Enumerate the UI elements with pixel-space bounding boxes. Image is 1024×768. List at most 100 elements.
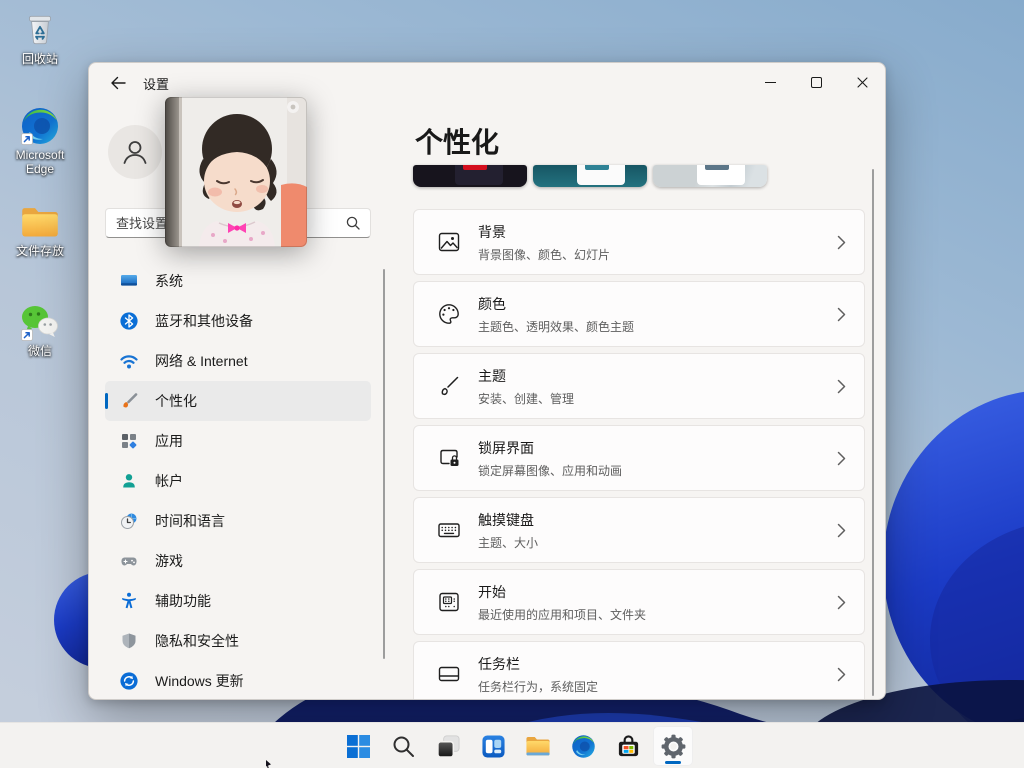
sidebar-item-label: 应用 bbox=[155, 431, 183, 451]
desktop-icon-wechat[interactable]: 微信 bbox=[4, 302, 76, 358]
baby-photo-sticker[interactable] bbox=[165, 97, 307, 247]
desktop-icon-folder[interactable]: 文件存放 bbox=[4, 202, 76, 258]
desktop-icon-label: 微信 bbox=[28, 344, 52, 358]
card-title: 开始 bbox=[478, 582, 837, 602]
card-background[interactable]: 背景 背景图像、颜色、幻灯片 bbox=[413, 209, 865, 275]
close-button[interactable] bbox=[839, 63, 885, 101]
widgets-icon bbox=[481, 734, 506, 759]
card-touch-keyboard[interactable]: 触摸键盘 主题、大小 bbox=[413, 497, 865, 563]
themes-icon bbox=[436, 373, 462, 399]
dark-theme-preview[interactable] bbox=[413, 165, 527, 187]
sidebar-item-privacy[interactable]: 隐私和安全性 bbox=[105, 621, 371, 661]
start-button[interactable] bbox=[338, 726, 378, 766]
desktop-icon-label: 文件存放 bbox=[16, 244, 64, 258]
windows-start-icon bbox=[346, 734, 371, 759]
theme-accent bbox=[463, 165, 487, 170]
bluetooth-icon bbox=[119, 311, 139, 331]
time-language-icon bbox=[119, 511, 139, 531]
taskbar-icon-group bbox=[338, 726, 693, 766]
microsoft-store-icon bbox=[616, 734, 641, 759]
recycle-bin-icon bbox=[20, 10, 60, 50]
chevron-right-icon bbox=[837, 235, 846, 250]
sidebar-item-apps[interactable]: 应用 bbox=[105, 421, 371, 461]
card-subtitle: 背景图像、颜色、幻灯片 bbox=[478, 246, 837, 263]
card-themes[interactable]: 主题 安装、创建、管理 bbox=[413, 353, 865, 419]
sidebar-item-label: 网络 & Internet bbox=[155, 351, 248, 371]
settings-card-list: 背景 背景图像、颜色、幻灯片 颜色 主题色、透明效果、颜色主题 bbox=[413, 209, 865, 700]
file-explorer-button[interactable] bbox=[518, 726, 558, 766]
sidebar-item-time-language[interactable]: 时间和语言 bbox=[105, 501, 371, 541]
user-avatar[interactable] bbox=[108, 125, 162, 179]
settings-gear-icon bbox=[660, 733, 687, 760]
shortcut-arrow-icon bbox=[21, 133, 33, 145]
person-icon bbox=[119, 136, 151, 168]
search-icon[interactable] bbox=[346, 216, 360, 230]
minimize-icon bbox=[765, 82, 776, 83]
sidebar-item-windows-update[interactable]: Windows 更新 bbox=[105, 661, 371, 700]
sidebar-item-label: 蓝牙和其他设备 bbox=[155, 311, 253, 331]
window-title: 设置 bbox=[143, 74, 169, 93]
card-colors[interactable]: 颜色 主题色、透明效果、颜色主题 bbox=[413, 281, 865, 347]
file-explorer-icon bbox=[525, 734, 551, 758]
sidebar-item-bluetooth[interactable]: 蓝牙和其他设备 bbox=[105, 301, 371, 341]
maximize-icon bbox=[811, 77, 822, 88]
settings-button[interactable] bbox=[653, 726, 693, 766]
sidebar-item-network[interactable]: 网络 & Internet bbox=[105, 341, 371, 381]
sidebar-item-personalization[interactable]: 个性化 bbox=[105, 381, 371, 421]
search-icon bbox=[391, 734, 416, 759]
back-arrow-icon bbox=[110, 76, 126, 90]
active-app-indicator bbox=[665, 761, 681, 764]
theme-accent bbox=[705, 165, 729, 170]
window-titlebar[interactable]: 设置 bbox=[89, 63, 885, 101]
card-title: 主题 bbox=[478, 366, 837, 386]
settings-nav: 系统 蓝牙和其他设备 网络 & Internet 个性化 bbox=[105, 261, 371, 700]
card-title: 触摸键盘 bbox=[478, 510, 837, 530]
shortcut-arrow-icon bbox=[21, 329, 33, 341]
sidebar-item-accounts[interactable]: 帐户 bbox=[105, 461, 371, 501]
task-view-button[interactable] bbox=[428, 726, 468, 766]
sidebar-item-label: 隐私和安全性 bbox=[155, 631, 239, 651]
sidebar-item-gaming[interactable]: 游戏 bbox=[105, 541, 371, 581]
lock-screen-icon bbox=[436, 445, 462, 471]
gaming-icon bbox=[119, 551, 139, 571]
network-icon bbox=[119, 351, 139, 371]
sidebar-item-label: 游戏 bbox=[155, 551, 183, 571]
card-taskbar[interactable]: 任务栏 任务栏行为，系统固定 bbox=[413, 641, 865, 700]
microsoft-store-button[interactable] bbox=[608, 726, 648, 766]
content-scrollbar[interactable] bbox=[872, 169, 874, 696]
card-title: 背景 bbox=[478, 222, 837, 242]
sidebar-scrollbar[interactable] bbox=[383, 269, 385, 659]
privacy-icon bbox=[119, 631, 139, 651]
edge-button[interactable] bbox=[563, 726, 603, 766]
teal-theme-preview[interactable] bbox=[533, 165, 647, 187]
maximize-button[interactable] bbox=[793, 63, 839, 101]
touch-keyboard-icon bbox=[436, 517, 462, 543]
background-icon bbox=[436, 229, 462, 255]
card-subtitle: 任务栏行为，系统固定 bbox=[478, 678, 837, 695]
card-subtitle: 主题、大小 bbox=[478, 534, 837, 551]
chevron-right-icon bbox=[837, 523, 846, 538]
minimize-button[interactable] bbox=[747, 63, 793, 101]
back-button[interactable] bbox=[103, 72, 133, 94]
sidebar-item-label: Windows 更新 bbox=[155, 671, 244, 691]
sidebar-item-label: 时间和语言 bbox=[155, 511, 225, 531]
sidebar-item-system[interactable]: 系统 bbox=[105, 261, 371, 301]
card-title: 颜色 bbox=[478, 294, 837, 314]
desktop: { "desktop": { "icons": [ {"label": "回收站… bbox=[0, 0, 1024, 768]
chevron-right-icon bbox=[837, 307, 846, 322]
card-lock-screen[interactable]: 锁屏界面 锁定屏幕图像、应用和动画 bbox=[413, 425, 865, 491]
desktop-icon-edge[interactable]: Microsoft Edge bbox=[4, 106, 76, 176]
card-start[interactable]: 开始 最近使用的应用和项目、文件夹 bbox=[413, 569, 865, 635]
light-theme-preview[interactable] bbox=[653, 165, 767, 187]
sidebar-item-accessibility[interactable]: 辅助功能 bbox=[105, 581, 371, 621]
card-title: 任务栏 bbox=[478, 654, 837, 674]
chevron-right-icon bbox=[837, 667, 846, 682]
start-icon bbox=[436, 589, 462, 615]
task-view-icon bbox=[436, 734, 461, 759]
caption-buttons bbox=[747, 63, 885, 101]
taskbar-icon bbox=[436, 661, 462, 687]
windows-update-icon bbox=[119, 671, 139, 691]
taskbar-search-button[interactable] bbox=[383, 726, 423, 766]
desktop-icon-recycle-bin[interactable]: 回收站 bbox=[4, 10, 76, 66]
widgets-button[interactable] bbox=[473, 726, 513, 766]
